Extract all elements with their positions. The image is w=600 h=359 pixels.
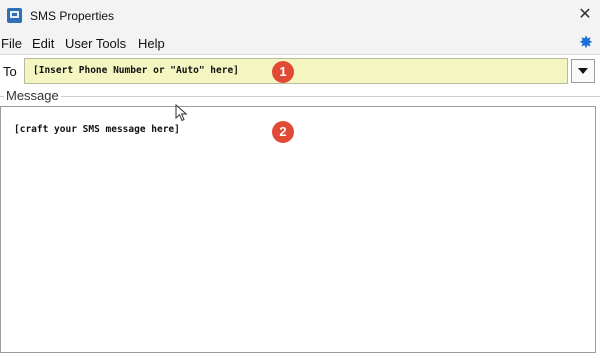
to-field[interactable] — [24, 58, 568, 84]
title-bar: SMS Properties ✕ — [0, 0, 600, 32]
window-title: SMS Properties — [30, 9, 115, 23]
message-text: [craft your SMS message here] — [14, 124, 180, 135]
close-icon[interactable]: ✕ — [574, 4, 596, 26]
mouse-cursor-icon — [175, 104, 188, 122]
menu-user-tools[interactable]: User Tools — [65, 36, 126, 51]
chevron-down-icon[interactable] — [571, 59, 595, 83]
to-label: To — [3, 64, 17, 79]
menu-bar: File Edit User Tools Help ✸ — [0, 32, 600, 54]
message-textarea[interactable] — [0, 106, 596, 353]
sms-app-icon — [7, 8, 22, 23]
menu-help[interactable]: Help — [138, 36, 165, 51]
annotation-badge-1: 1 — [272, 61, 294, 83]
annotation-badge-2: 2 — [272, 121, 294, 143]
menu-file[interactable]: File — [1, 36, 22, 51]
message-group-label: Message — [4, 88, 61, 103]
menu-edit[interactable]: Edit — [32, 36, 54, 51]
star-icon[interactable]: ✸ — [577, 34, 595, 52]
separator — [0, 54, 600, 55]
